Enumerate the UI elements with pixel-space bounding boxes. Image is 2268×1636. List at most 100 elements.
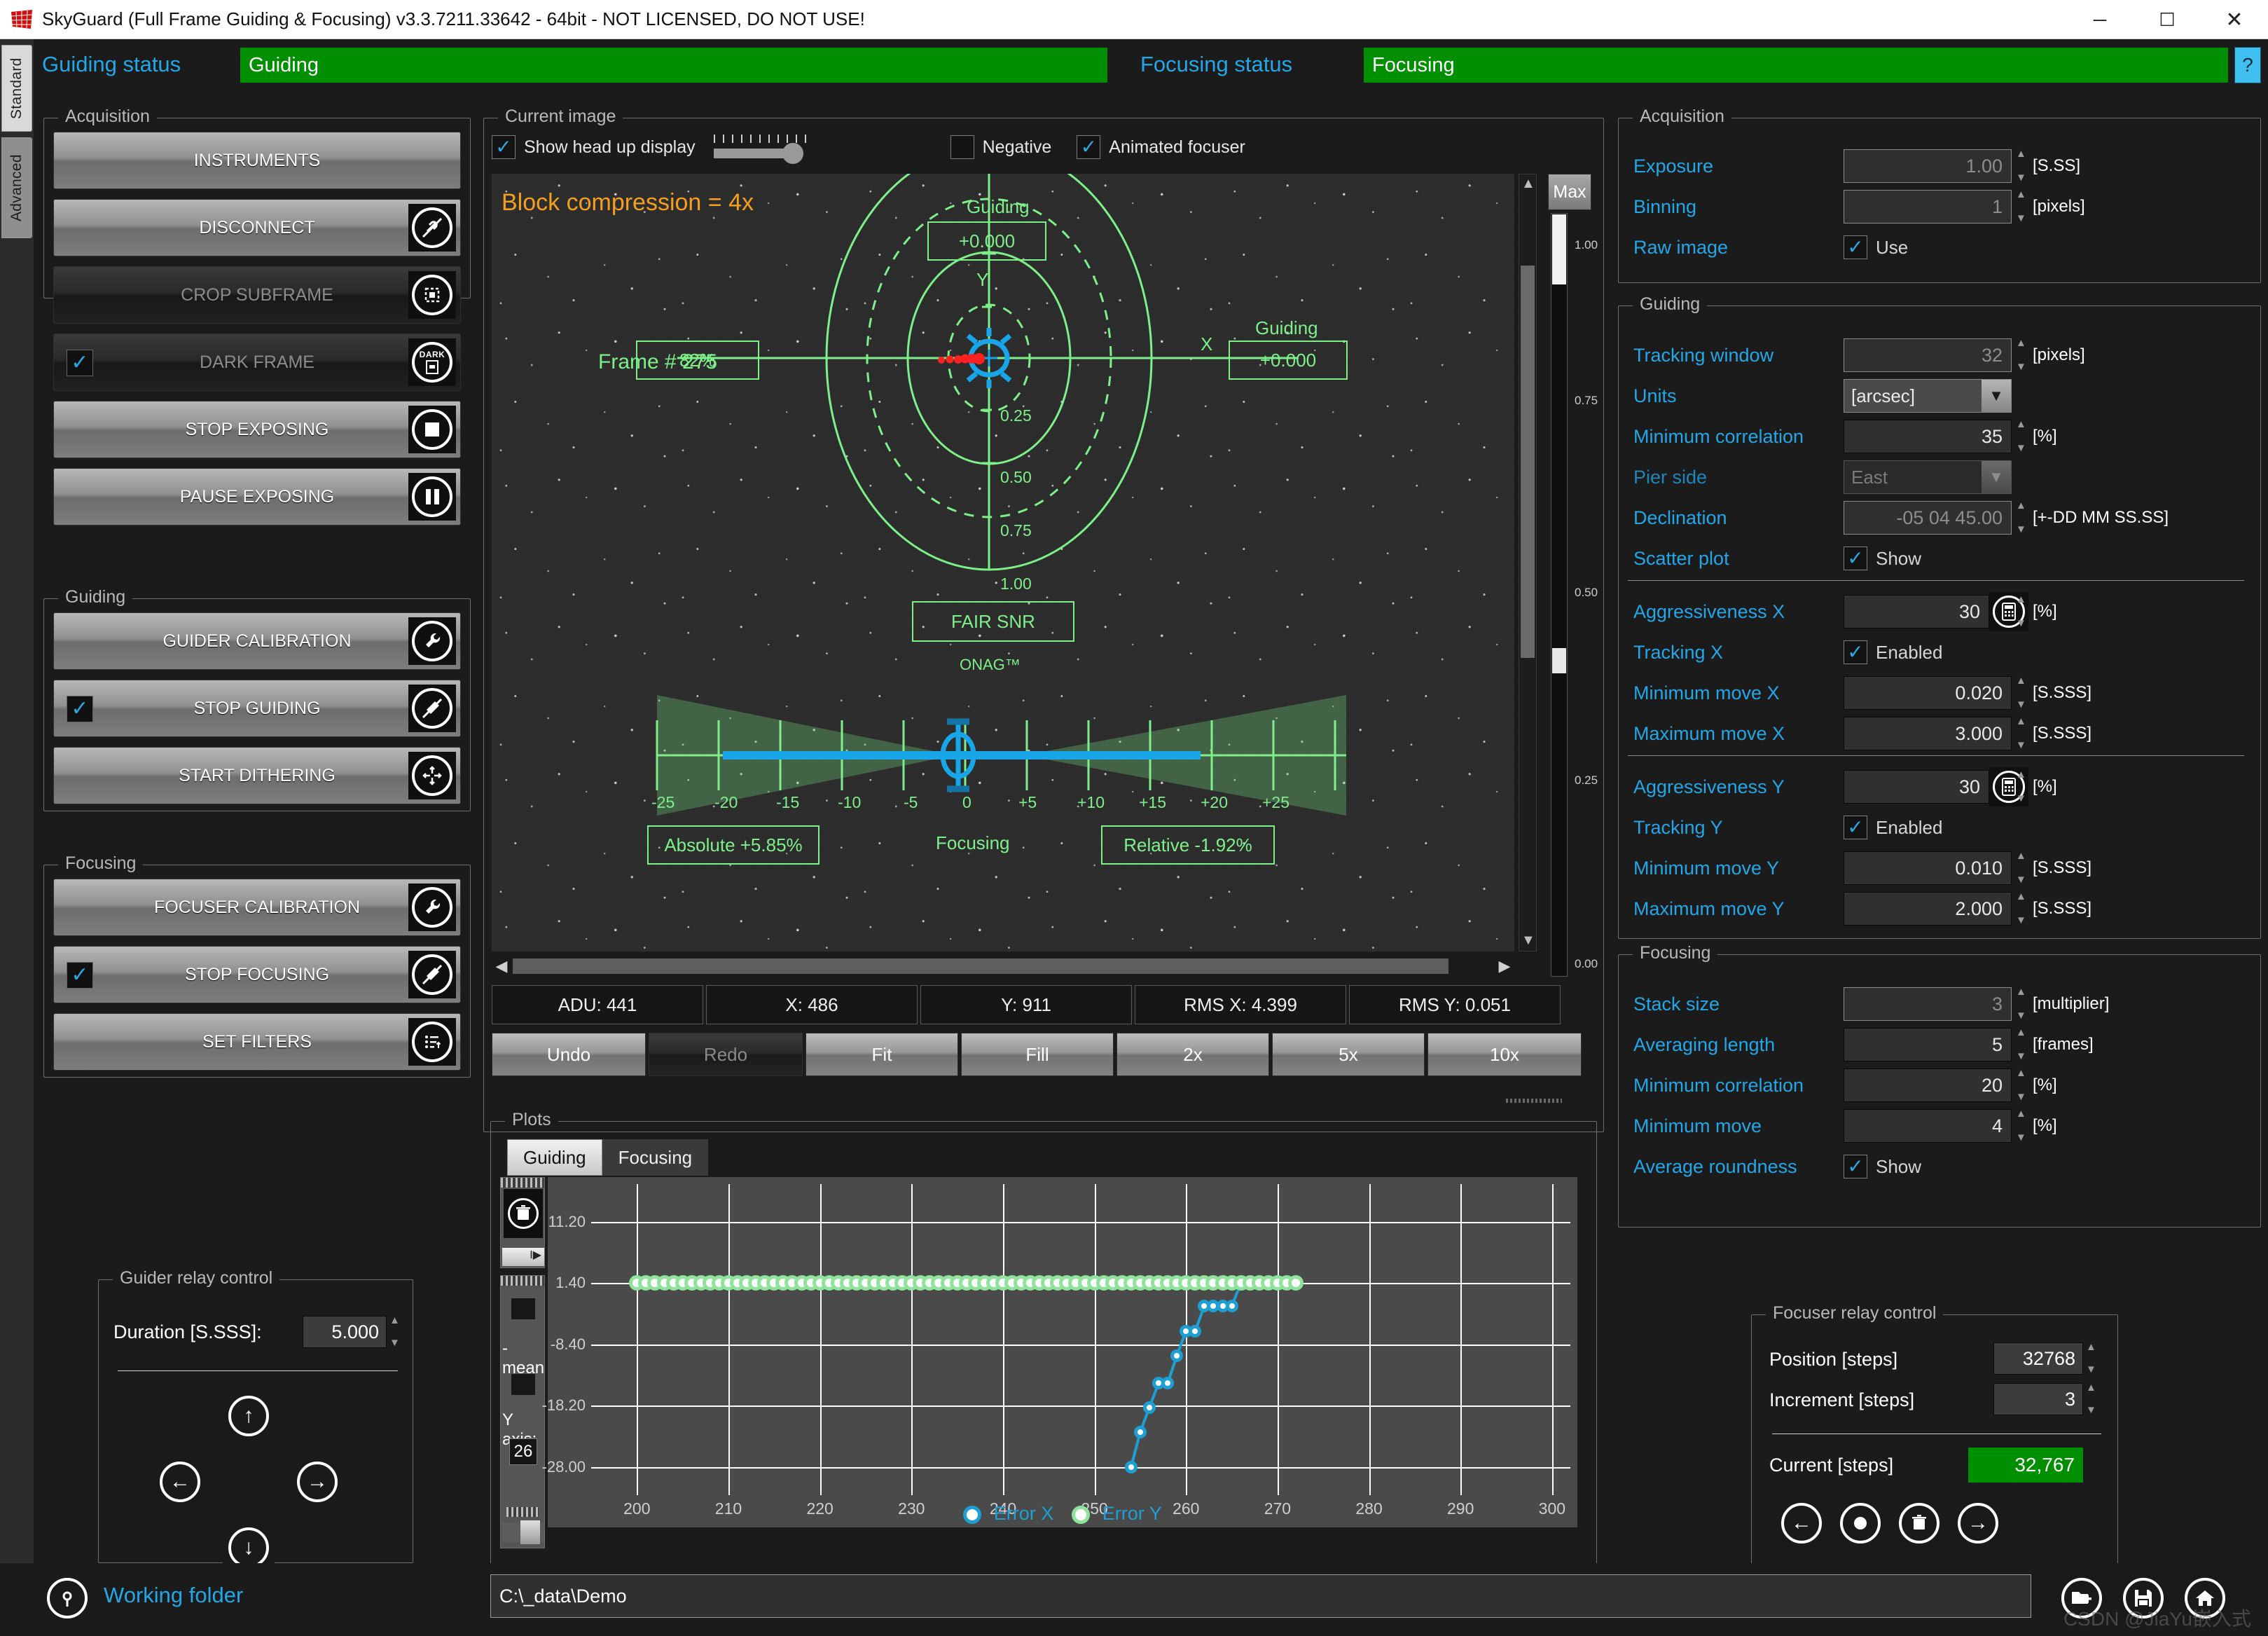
tab-plot-guiding[interactable]: Guiding [507, 1139, 602, 1176]
min-move-x-stepper[interactable]: ▲ ▼ [2016, 675, 2028, 710]
show-hud-checkbox[interactable]: ✓ [492, 135, 516, 159]
tracking-window-stepper[interactable]: ▲ ▼ [2016, 338, 2028, 372]
max-move-y-stepper[interactable]: ▲ ▼ [2016, 891, 2028, 926]
binning-stepper[interactable]: ▲ ▼ [2016, 189, 2028, 224]
max-stretch-slider[interactable]: Max 1.00 0.75 0.50 0.25 0.00 [1544, 174, 1600, 983]
splitter-grip[interactable] [1506, 1099, 1562, 1103]
chevron-down-icon[interactable]: ▼ [1982, 380, 2011, 412]
tab-plot-focusing[interactable]: Focusing [602, 1139, 709, 1176]
dark-frame-checkbox[interactable]: ✓ [67, 350, 93, 376]
zoom-5x-button[interactable]: 5x [1272, 1033, 1425, 1076]
stop-focusing-button[interactable]: ✓ STOP FOCUSING [53, 946, 461, 1003]
max-move-y-field[interactable]: 2.000 [1844, 892, 2012, 926]
image-canvas[interactable]: Block compression = 4x Frame # 275 Guidi… [492, 174, 1514, 951]
focuser-clear-button[interactable] [1893, 1497, 1946, 1550]
min-move-focusing-stepper[interactable]: ▲ ▼ [2016, 1108, 2028, 1143]
aggressiveness-y-field[interactable]: 30 [1844, 770, 1989, 804]
averaging-length-stepper[interactable]: ▲ ▼ [2016, 1027, 2028, 1061]
focuser-increment-field[interactable]: 3 [1993, 1383, 2083, 1415]
stop-focusing-checkbox[interactable]: ✓ [67, 962, 93, 989]
scroll-up-icon[interactable]: ▲ [1521, 176, 1535, 193]
trash-icon[interactable] [504, 1189, 543, 1238]
maximize-button[interactable]: ☐ [2134, 0, 2201, 39]
pier-side-select[interactable]: East ▼ [1844, 460, 2012, 494]
stop-guiding-checkbox[interactable]: ✓ [67, 696, 93, 722]
max-slider-track[interactable] [1551, 213, 1568, 977]
min-correlation-focusing-stepper[interactable]: ▲ ▼ [2016, 1068, 2028, 1102]
disconnect-button[interactable]: DISCONNECT [53, 199, 461, 256]
zoom-10x-button[interactable]: 10x [1427, 1033, 1582, 1076]
focuser-in-button[interactable]: → [1951, 1497, 2005, 1550]
min-move-y-field[interactable]: 0.010 [1844, 851, 2012, 885]
guider-calibration-button[interactable]: GUIDER CALIBRATION [53, 612, 461, 670]
min-correlation-focusing-field[interactable]: 20 [1844, 1068, 2012, 1102]
image-vertical-scrollbar[interactable]: ▲ ▼ [1519, 174, 1537, 951]
image-horizontal-scrollbar[interactable]: ◀ ▶ [492, 956, 1514, 977]
plot-yaxis-thumb[interactable] [520, 1520, 540, 1544]
max-move-x-stepper[interactable]: ▲ ▼ [2016, 716, 2028, 750]
plot-mean-slider[interactable]: -mean Y axis: 26 [500, 1275, 545, 1548]
scroll-down-icon[interactable]: ▼ [1521, 933, 1535, 949]
plot-mean-up-block[interactable] [511, 1298, 535, 1319]
focuser-home-target-button[interactable] [1834, 1497, 1887, 1550]
scroll-left-icon[interactable]: ◀ [492, 957, 511, 975]
instruments-button[interactable]: INSTRUMENTS [53, 132, 461, 189]
plot-yaxis-track[interactable] [502, 1520, 544, 1544]
focuser-position-field[interactable]: 32768 [1993, 1342, 2083, 1375]
aggressiveness-x-stepper[interactable]: ▲ ▼ [2016, 594, 2028, 628]
plot-clear-slider[interactable]: I▶ [500, 1177, 545, 1268]
fit-button[interactable]: Fit [805, 1033, 958, 1076]
guider-north-button[interactable]: ↑ [223, 1390, 275, 1442]
focuser-increment-stepper[interactable]: ▲ ▼ [2086, 1382, 2098, 1415]
guiding-error-chart[interactable]: 200 210 220 230 240 250 260 270 280 290 300 11.20 1.… [542, 1177, 1577, 1527]
raw-image-checkbox[interactable]: ✓ [1844, 235, 1867, 259]
min-correlation-guiding-stepper[interactable]: ▲ ▼ [2016, 419, 2028, 453]
working-folder-label[interactable]: Working folder [104, 1583, 243, 1608]
guider-west-button[interactable]: ← [154, 1456, 206, 1508]
help-button[interactable]: ? [2234, 47, 2261, 83]
vertical-scroll-thumb[interactable] [1521, 266, 1535, 658]
stop-guiding-button[interactable]: ✓ STOP GUIDING [53, 680, 461, 737]
units-select[interactable]: [arcsec] ▼ [1844, 379, 2012, 413]
tab-standard[interactable]: Standard [1, 45, 32, 132]
tracking-x-checkbox[interactable]: ✓ [1844, 640, 1867, 664]
working-folder-icon[interactable] [42, 1573, 92, 1623]
guider-duration-field[interactable]: 5.000 [303, 1316, 387, 1348]
tracking-y-checkbox[interactable]: ✓ [1844, 816, 1867, 839]
max-slider-knob[interactable] [1552, 648, 1566, 673]
aggressiveness-x-field[interactable]: 30 [1844, 595, 1989, 628]
pause-exposing-button[interactable]: PAUSE EXPOSING [53, 468, 461, 525]
average-roundness-checkbox[interactable]: ✓ [1844, 1155, 1867, 1178]
focuser-calibration-button[interactable]: FOCUSER CALIBRATION [53, 879, 461, 936]
min-move-focusing-field[interactable]: 4 [1844, 1109, 2012, 1143]
max-move-x-field[interactable]: 3.000 [1844, 717, 2012, 750]
exposure-stepper[interactable]: ▲ ▼ [2016, 149, 2028, 183]
fill-button[interactable]: Fill [961, 1033, 1114, 1076]
dark-frame-button[interactable]: ✓ DARK FRAME DARK [53, 334, 461, 391]
start-dithering-button[interactable]: START DITHERING [53, 747, 461, 804]
tracking-window-field[interactable]: 32 [1844, 338, 2012, 372]
close-button[interactable]: ✕ [2201, 0, 2268, 39]
plot-yaxis-value[interactable]: 26 [509, 1438, 537, 1465]
exposure-field[interactable]: 1.00 [1844, 149, 2012, 183]
averaging-length-field[interactable]: 5 [1844, 1028, 2012, 1061]
focuser-out-button[interactable]: ← [1775, 1497, 1828, 1550]
set-filters-button[interactable]: SET FILTERS [53, 1013, 461, 1071]
scroll-right-icon[interactable]: ▶ [1495, 957, 1514, 975]
binning-field[interactable]: 1 [1844, 190, 2012, 224]
animated-focuser-checkbox[interactable]: ✓ [1077, 135, 1101, 159]
declination-stepper[interactable]: ▲ ▼ [2016, 500, 2028, 535]
working-folder-path[interactable]: C:\_data\Demo [490, 1574, 2031, 1618]
undo-button[interactable]: Undo [492, 1033, 646, 1076]
tab-advanced[interactable]: Advanced [1, 137, 32, 238]
zoom-2x-button[interactable]: 2x [1116, 1033, 1269, 1076]
crop-subframe-button[interactable]: CROP SUBFRAME [53, 266, 461, 324]
hud-brightness-slider[interactable] [713, 133, 819, 164]
focuser-position-stepper[interactable]: ▲ ▼ [2086, 1342, 2098, 1375]
declination-field[interactable]: -05 04 45.00 [1844, 501, 2012, 535]
min-correlation-guiding-field[interactable]: 35 [1844, 420, 2012, 453]
plot-slider-handle[interactable]: I▶ [502, 1248, 544, 1266]
redo-button[interactable]: Redo [649, 1033, 803, 1076]
stack-size-field[interactable]: 3 [1844, 987, 2012, 1021]
min-move-x-field[interactable]: 0.020 [1844, 676, 2012, 710]
